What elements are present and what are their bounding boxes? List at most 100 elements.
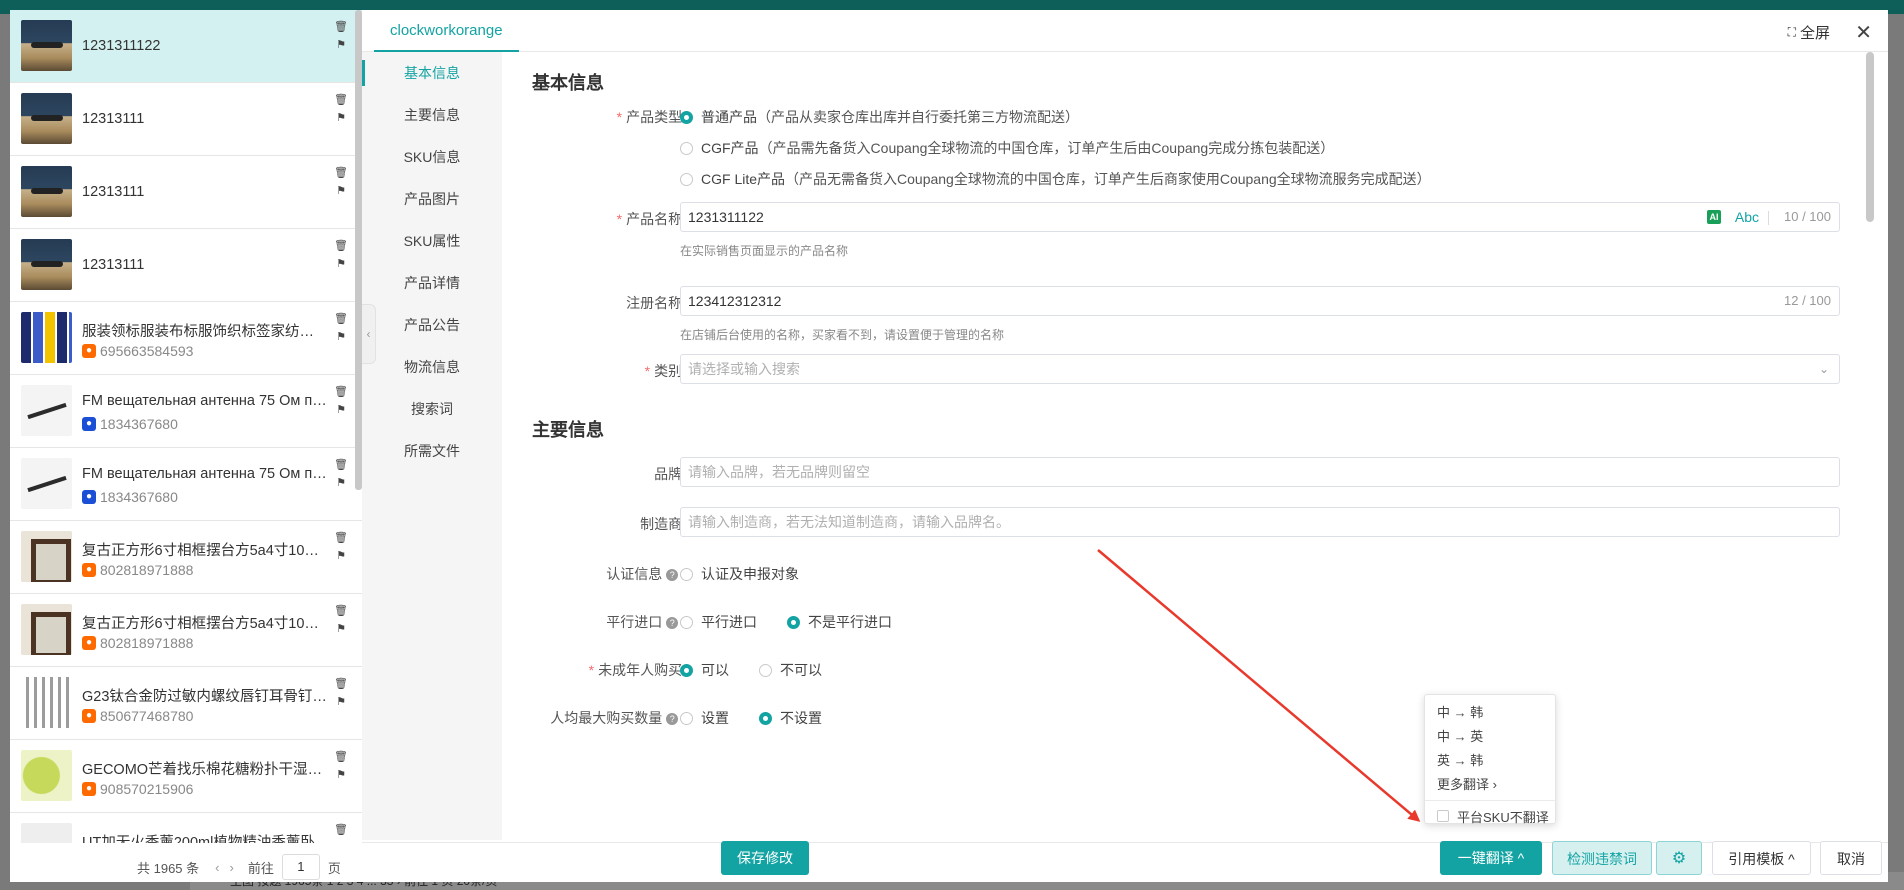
list-item[interactable]: G23钛合金防过敏内螺纹唇钉耳骨钉饰品 ● 850677468780 🗑 ⚑	[10, 667, 362, 740]
fullscreen-button[interactable]: ⛶ 全屏	[1788, 22, 1830, 43]
radio-checked[interactable]	[759, 711, 772, 725]
menu-item-zh-en[interactable]: 中 → 英	[1425, 725, 1555, 749]
ai-icon[interactable]: AI	[1707, 210, 1721, 224]
nav-item-keywords[interactable]: 搜索词	[362, 388, 502, 430]
product-name-input[interactable]: 1231311122 AI Abc 10 / 100	[680, 202, 1840, 232]
nav-item-details[interactable]: 产品详情	[362, 262, 502, 304]
apply-template-button[interactable]: 引用模板 ^	[1712, 841, 1811, 875]
flag-icon[interactable]: ⚑	[334, 184, 348, 202]
menu-item-more-translations[interactable]: 更多翻译 ›	[1425, 773, 1555, 797]
manufacturer-input[interactable]: 请输入制造商，若无法知道制造商，请输入品牌名。	[680, 507, 1840, 537]
radio-checked[interactable]	[680, 663, 693, 677]
one-click-translate-button[interactable]: 一键翻译 ^	[1440, 841, 1542, 875]
spellcheck-button[interactable]: Abc	[1735, 203, 1770, 231]
option-not-parallel[interactable]: 不是平行进口	[787, 612, 892, 632]
cancel-button[interactable]: 取消	[1820, 841, 1882, 875]
checkbox-unchecked[interactable]	[1437, 810, 1449, 822]
product-type-option-cgf-lite[interactable]: CGF Lite产品 （产品无需备货入Coupang全球物流的中国仓库，订单产生后…	[680, 169, 1431, 189]
brand-input[interactable]: 请输入品牌，若无品牌则留空	[680, 457, 1840, 487]
flag-icon[interactable]: ⚑	[334, 476, 348, 494]
flag-icon[interactable]: ⚑	[334, 111, 348, 129]
nav-item-basic[interactable]: 基本信息	[362, 52, 502, 94]
list-scrollbar[interactable]	[355, 10, 362, 490]
trash-icon[interactable]: 🗑	[334, 458, 348, 476]
list-item[interactable]: UT加无火香薰200ml植物精油香薰卧 🗑	[10, 813, 362, 843]
radio-unchecked[interactable]	[680, 567, 693, 581]
product-type-option-cgf[interactable]: CGF产品 （产品需先备货入Coupang全球物流的中国仓库，订单产生后由Coup…	[680, 138, 1334, 158]
option-allowed[interactable]: 可以	[680, 660, 729, 680]
flag-icon[interactable]: ⚑	[334, 768, 348, 786]
list-item[interactable]: 12313111 🗑 ⚑	[10, 156, 362, 229]
help-icon[interactable]: ?	[666, 569, 679, 581]
collapse-panel-handle[interactable]: ‹	[362, 304, 376, 364]
next-page-icon[interactable]: ›	[230, 860, 244, 875]
trash-icon[interactable]: 🗑	[334, 531, 348, 549]
option-set[interactable]: 设置	[680, 708, 729, 728]
trash-icon[interactable]: 🗑	[334, 604, 348, 622]
nav-item-main[interactable]: 主要信息	[362, 94, 502, 136]
radio-checked[interactable]	[680, 110, 693, 124]
nav-item-logistics[interactable]: 物流信息	[362, 346, 502, 388]
list-item[interactable]: FM вещательная антенна 75 Ом пассивная ●…	[10, 375, 362, 448]
nav-item-notice[interactable]: 产品公告	[362, 304, 502, 346]
radio-unchecked[interactable]	[680, 615, 693, 629]
flag-icon[interactable]: ⚑	[334, 695, 348, 713]
nav-item-images[interactable]: 产品图片	[362, 178, 502, 220]
list-item[interactable]: 12313111 🗑 ⚑	[10, 83, 362, 156]
option-not-set[interactable]: 不设置	[759, 708, 822, 728]
certification-option[interactable]: 认证及申报对象	[680, 564, 799, 584]
flag-icon[interactable]: ⚑	[334, 403, 348, 421]
radio-checked[interactable]	[787, 615, 800, 629]
trash-icon[interactable]: 🗑	[334, 20, 348, 38]
close-icon[interactable]: ✕	[1855, 20, 1872, 45]
nav-item-sku[interactable]: SKU信息	[362, 136, 502, 178]
list-item[interactable]: 1231311122 🗑 ⚑	[10, 10, 362, 83]
source-1688-icon: ●	[82, 344, 96, 358]
trash-icon[interactable]: 🗑	[334, 385, 348, 403]
list-item[interactable]: 服装领标服装布标服饰织标签家纺床品领标 ● 695663584593 🗑⚑	[10, 302, 362, 375]
trash-icon[interactable]: 🗑	[334, 750, 348, 768]
nav-item-files[interactable]: 所需文件	[362, 430, 502, 472]
product-type-option-normal[interactable]: 普通产品 （产品从卖家仓库出库并自行委托第三方物流配送）	[680, 107, 1079, 127]
save-button[interactable]: 保存修改	[721, 841, 809, 875]
check-banned-words-button[interactable]: 检测违禁词	[1552, 841, 1652, 875]
registered-name-hint: 在店铺后台使用的名称，买家看不到，请设置便于管理的名称	[680, 328, 1005, 342]
help-icon[interactable]: ?	[666, 713, 679, 725]
registered-name-input[interactable]: 123412312312 12 / 100	[680, 286, 1840, 316]
gear-icon[interactable]: ⚙	[1656, 841, 1702, 875]
list-item[interactable]: GECOMO芒着找乐棉花糖粉扑干湿两用 ● 908570215906 🗑 ⚑	[10, 740, 362, 813]
radio-unchecked[interactable]	[680, 711, 693, 725]
radio-unchecked[interactable]	[680, 172, 693, 186]
product-thumbnail	[21, 93, 72, 144]
trash-icon[interactable]: 🗑	[334, 166, 348, 184]
option-not-allowed[interactable]: 不可以	[759, 660, 822, 680]
help-icon[interactable]: ?	[666, 617, 679, 629]
list-item[interactable]: 复古正方形6寸相框摆台方5a4寸10寸相框 ● 802818971888 🗑 ⚑	[10, 521, 362, 594]
flag-icon[interactable]: ⚑	[334, 622, 348, 640]
nav-item-sku-attrs[interactable]: SKU属性	[362, 220, 502, 262]
list-item[interactable]: FM вещательная антенна 75 Ом пассивная ●…	[10, 448, 362, 521]
radio-unchecked[interactable]	[680, 141, 693, 155]
menu-item-en-ko[interactable]: 英 → 韩	[1425, 749, 1555, 773]
menu-item-zh-ko[interactable]: 中 → 韩	[1425, 701, 1555, 725]
radio-unchecked[interactable]	[759, 663, 772, 677]
trash-icon[interactable]: 🗑	[334, 823, 348, 841]
tab-clockworkorange[interactable]: clockworkorange	[374, 10, 519, 52]
page-number-input[interactable]: 1	[281, 854, 320, 880]
flag-icon[interactable]: ⚑	[334, 38, 348, 56]
trash-icon[interactable]: 🗑	[334, 93, 348, 111]
trash-icon[interactable]: 🗑	[334, 677, 348, 695]
skip-sku-translate-checkbox[interactable]: 平台SKU不翻译	[1425, 804, 1555, 828]
trash-icon[interactable]: 🗑	[334, 239, 348, 257]
list-item[interactable]: 12313111 🗑 ⚑	[10, 229, 362, 302]
category-select[interactable]: 请选择或输入搜索 ⌄	[680, 354, 1840, 384]
prev-page-icon[interactable]: ‹	[215, 860, 229, 875]
list-item[interactable]: 复古正方形6寸相框摆台方5a4寸10寸相框 ● 802818971888 🗑 ⚑	[10, 594, 362, 667]
flag-icon[interactable]: ⚑	[334, 330, 348, 348]
product-title: GECOMO芒着找乐棉花糖粉扑干湿两用	[82, 762, 327, 778]
form-scrollbar[interactable]	[1866, 52, 1874, 222]
flag-icon[interactable]: ⚑	[334, 257, 348, 275]
flag-icon[interactable]: ⚑	[334, 549, 348, 567]
option-parallel[interactable]: 平行进口	[680, 612, 757, 632]
trash-icon[interactable]: 🗑	[334, 312, 348, 330]
